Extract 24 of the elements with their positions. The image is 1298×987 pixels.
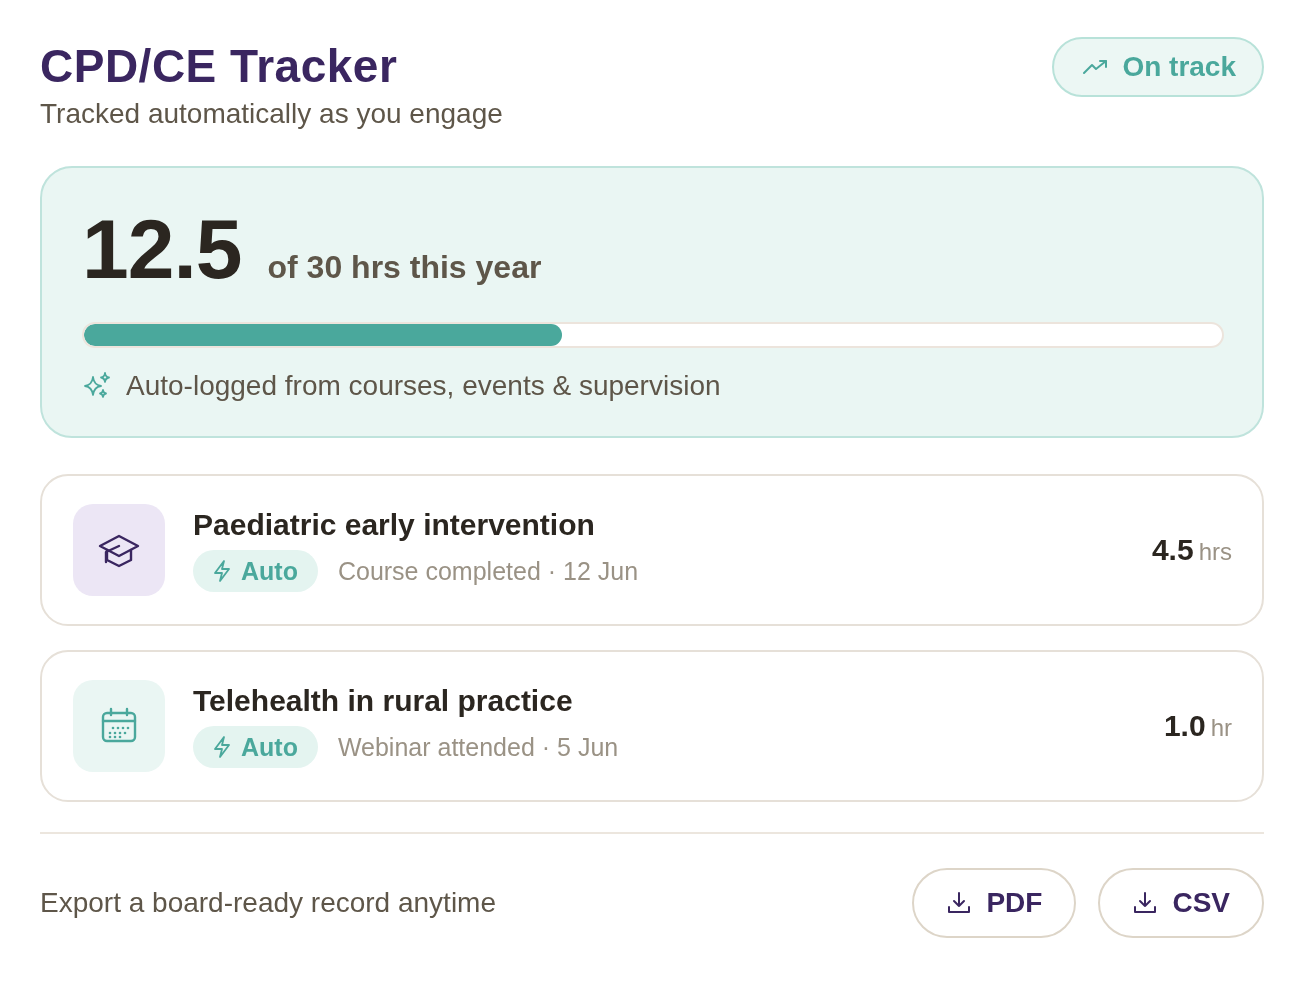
page-title: CPD/CE Tracker	[40, 39, 399, 94]
auto-log-note: Auto-logged from courses, events & supervision	[126, 370, 721, 402]
export-note: Export a board-ready record anytime	[40, 887, 496, 919]
lightning-icon	[213, 560, 231, 582]
activity-hours: 1.0	[1163, 709, 1206, 743]
download-icon	[946, 890, 973, 916]
sparkle-icon	[82, 371, 112, 401]
hours-target: of 30 hrs this year	[267, 249, 542, 286]
export-button[interactable]: CSV	[1098, 868, 1264, 938]
status-label: On track	[1122, 51, 1236, 83]
hours-total: 12.5	[82, 204, 242, 294]
tag-label: Auto	[241, 556, 298, 586]
activity-title: Paediatric early intervention	[193, 508, 596, 542]
hours-unit: hr	[1210, 714, 1232, 742]
lightning-icon	[213, 736, 231, 758]
hours-unit: hrs	[1198, 538, 1232, 566]
page-subtitle: Tracked automatically as you engage	[40, 98, 503, 130]
download-icon	[1132, 890, 1159, 916]
activity-detail: Course completed · 12 Jun	[337, 556, 639, 586]
activity-detail: Webinar attended · 5 Jun	[337, 732, 619, 762]
tag-label: Auto	[241, 732, 298, 762]
activity-title: Telehealth in rural practice	[193, 684, 574, 718]
export-button[interactable]: PDF	[912, 868, 1077, 938]
activity-hours: 4.5	[1151, 533, 1194, 567]
